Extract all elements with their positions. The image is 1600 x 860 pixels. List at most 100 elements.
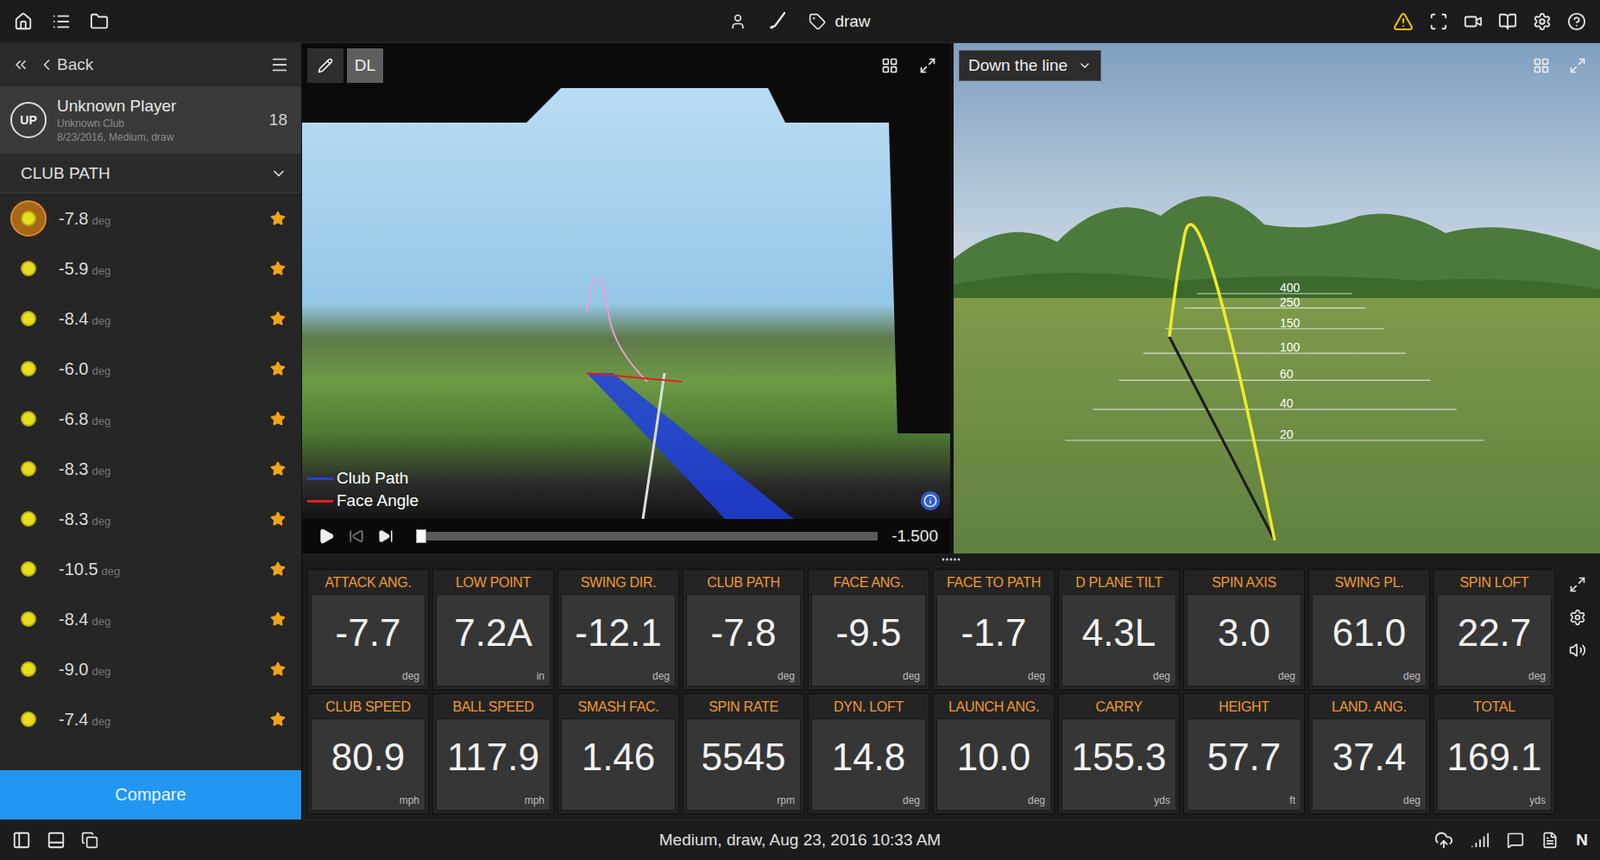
metric-tile[interactable]: LOW POINT7.2Ain bbox=[432, 568, 555, 690]
metric-tile[interactable]: SMASH FAC.1.46 bbox=[557, 692, 680, 814]
draw-button[interactable] bbox=[307, 48, 344, 83]
warning-icon[interactable] bbox=[1392, 11, 1414, 32]
metric-tile[interactable]: ATTACK ANG.-7.7deg bbox=[307, 568, 429, 690]
layout-button[interactable] bbox=[1524, 48, 1559, 83]
shot-row[interactable]: -10.5deg bbox=[0, 543, 302, 594]
metric-tile[interactable]: SWING PL.61.0deg bbox=[1308, 568, 1430, 690]
star-icon[interactable] bbox=[270, 210, 286, 227]
metric-box: 155.3yds bbox=[1061, 718, 1177, 811]
star-icon[interactable] bbox=[270, 711, 286, 727]
metric-tile[interactable]: CLUB SPEED80.9mph bbox=[307, 692, 429, 814]
star-icon[interactable] bbox=[270, 661, 286, 677]
star-icon[interactable] bbox=[270, 611, 286, 627]
book-icon[interactable] bbox=[1498, 12, 1518, 32]
metric-tile[interactable]: CLUB PATH-7.8deg bbox=[682, 568, 805, 690]
metric-tile[interactable]: SWING DIR.-12.1deg bbox=[557, 568, 680, 690]
session-tag[interactable]: draw bbox=[834, 12, 870, 32]
fullscreen-button[interactable] bbox=[910, 48, 945, 83]
status-bar: Medium, draw, Aug 23, 2016 10:33 AMN bbox=[0, 818, 1600, 860]
gear-icon[interactable] bbox=[1568, 608, 1587, 626]
back-button[interactable]: Back bbox=[37, 55, 94, 75]
metric-tile[interactable]: DYN. LOFT14.8deg bbox=[807, 692, 930, 814]
star-icon[interactable] bbox=[270, 560, 286, 577]
star-icon[interactable] bbox=[270, 510, 286, 527]
player-row[interactable]: UPUnknown PlayerUnknown Club8/23/2016, M… bbox=[0, 86, 302, 154]
metric-label: LOW POINT bbox=[433, 569, 554, 594]
home-icon[interactable] bbox=[13, 12, 33, 32]
menu-icon[interactable] bbox=[270, 55, 290, 75]
folder-icon[interactable] bbox=[89, 12, 109, 32]
list-icon[interactable] bbox=[51, 12, 71, 32]
metric-tile[interactable]: HEIGHT57.7ft bbox=[1183, 692, 1305, 814]
camera-icon[interactable] bbox=[1463, 12, 1483, 32]
star-icon[interactable] bbox=[270, 260, 286, 277]
shot-row[interactable]: -8.4deg bbox=[0, 593, 302, 644]
star-icon[interactable] bbox=[270, 410, 286, 427]
shot-row[interactable]: -9.0deg bbox=[0, 643, 302, 694]
metric-tile[interactable]: BALL SPEED117.9mph bbox=[432, 692, 555, 814]
collapse-icon[interactable] bbox=[12, 56, 30, 74]
time-readout: -1.500 bbox=[891, 526, 939, 546]
metric-tile[interactable]: FACE ANG.-9.5deg bbox=[807, 568, 930, 690]
step-forward-icon[interactable] bbox=[377, 528, 394, 544]
shot-row[interactable]: -7.8deg bbox=[0, 193, 302, 244]
svg-text:250: 250 bbox=[1279, 295, 1301, 309]
shot-row[interactable]: -6.0deg bbox=[0, 343, 302, 394]
metric-tile[interactable]: LAND. ANG.37.4deg bbox=[1308, 692, 1430, 814]
timeline-track[interactable] bbox=[415, 531, 878, 541]
panel-bottom-icon[interactable] bbox=[46, 830, 66, 850]
metric-unit: deg bbox=[1398, 669, 1426, 686]
player-club: Unknown Club bbox=[56, 117, 259, 130]
target-icon[interactable] bbox=[1429, 12, 1449, 32]
tag-icon[interactable] bbox=[808, 12, 826, 31]
play-icon[interactable] bbox=[317, 527, 335, 545]
step-back-icon[interactable] bbox=[348, 528, 365, 544]
status-badge[interactable]: N bbox=[1575, 830, 1588, 850]
timeline-knob[interactable] bbox=[415, 529, 427, 543]
resize-grip-icon[interactable] bbox=[940, 556, 962, 562]
shot-row[interactable]: -6.8deg bbox=[0, 393, 302, 444]
metric-unit: ft bbox=[1284, 793, 1301, 810]
star-icon[interactable] bbox=[270, 460, 286, 477]
resize-grip[interactable] bbox=[302, 553, 1600, 566]
fullscreen-button[interactable] bbox=[1560, 48, 1595, 83]
compare-button[interactable]: Compare bbox=[0, 769, 302, 819]
svg-text:60: 60 bbox=[1279, 366, 1294, 381]
comment-icon[interactable] bbox=[1506, 831, 1525, 849]
gear-icon[interactable] bbox=[1532, 12, 1552, 32]
shot-row[interactable]: -7.4deg bbox=[0, 693, 302, 744]
panel-left-icon[interactable] bbox=[12, 830, 32, 850]
shot-row[interactable]: -5.9deg bbox=[0, 243, 302, 294]
layout-button[interactable] bbox=[872, 48, 908, 83]
metric-unit: in bbox=[531, 669, 550, 686]
view-dropdown[interactable]: Down the line bbox=[958, 50, 1102, 82]
star-icon[interactable] bbox=[270, 360, 286, 377]
metric-tile[interactable]: SPIN RATE5545rpm bbox=[682, 692, 805, 814]
sidebar-header: Back bbox=[0, 43, 302, 87]
metric-tile[interactable]: LAUNCH ANG.10.0deg bbox=[932, 692, 1055, 814]
shot-row[interactable]: -8.3deg bbox=[0, 443, 302, 494]
metric-tile[interactable]: SPIN AXIS3.0deg bbox=[1183, 568, 1305, 690]
metric-tile[interactable]: CARRY155.3yds bbox=[1058, 692, 1180, 814]
metric-tile[interactable]: D PLANE TILT4.3Ldeg bbox=[1058, 568, 1180, 690]
cloud-upload-icon[interactable] bbox=[1434, 830, 1454, 850]
speaker-icon[interactable] bbox=[1568, 641, 1587, 659]
copy-icon[interactable] bbox=[81, 831, 99, 849]
metric-tile[interactable]: FACE TO PATH-1.7deg bbox=[932, 568, 1055, 690]
document-icon[interactable] bbox=[1541, 831, 1559, 849]
player-icon[interactable] bbox=[729, 12, 747, 31]
shot-row[interactable]: -8.3deg bbox=[0, 493, 302, 544]
club-icon[interactable] bbox=[767, 11, 788, 32]
expand-icon[interactable] bbox=[1568, 575, 1587, 593]
shot-row[interactable]: -8.4deg bbox=[0, 293, 302, 344]
metric-tile[interactable]: TOTAL169.1yds bbox=[1433, 692, 1556, 814]
section-header[interactable]: CLUB PATH bbox=[0, 153, 302, 194]
info-button[interactable] bbox=[920, 491, 940, 511]
chart-icon[interactable] bbox=[1470, 830, 1490, 850]
metric-box: 3.0deg bbox=[1186, 593, 1302, 687]
metric-value: -7.7 bbox=[311, 594, 425, 670]
metric-tile[interactable]: SPIN LOFT22.7deg bbox=[1433, 568, 1556, 690]
view-mode-button[interactable]: DL bbox=[346, 48, 384, 83]
help-icon[interactable] bbox=[1567, 12, 1587, 32]
star-icon[interactable] bbox=[270, 310, 286, 327]
